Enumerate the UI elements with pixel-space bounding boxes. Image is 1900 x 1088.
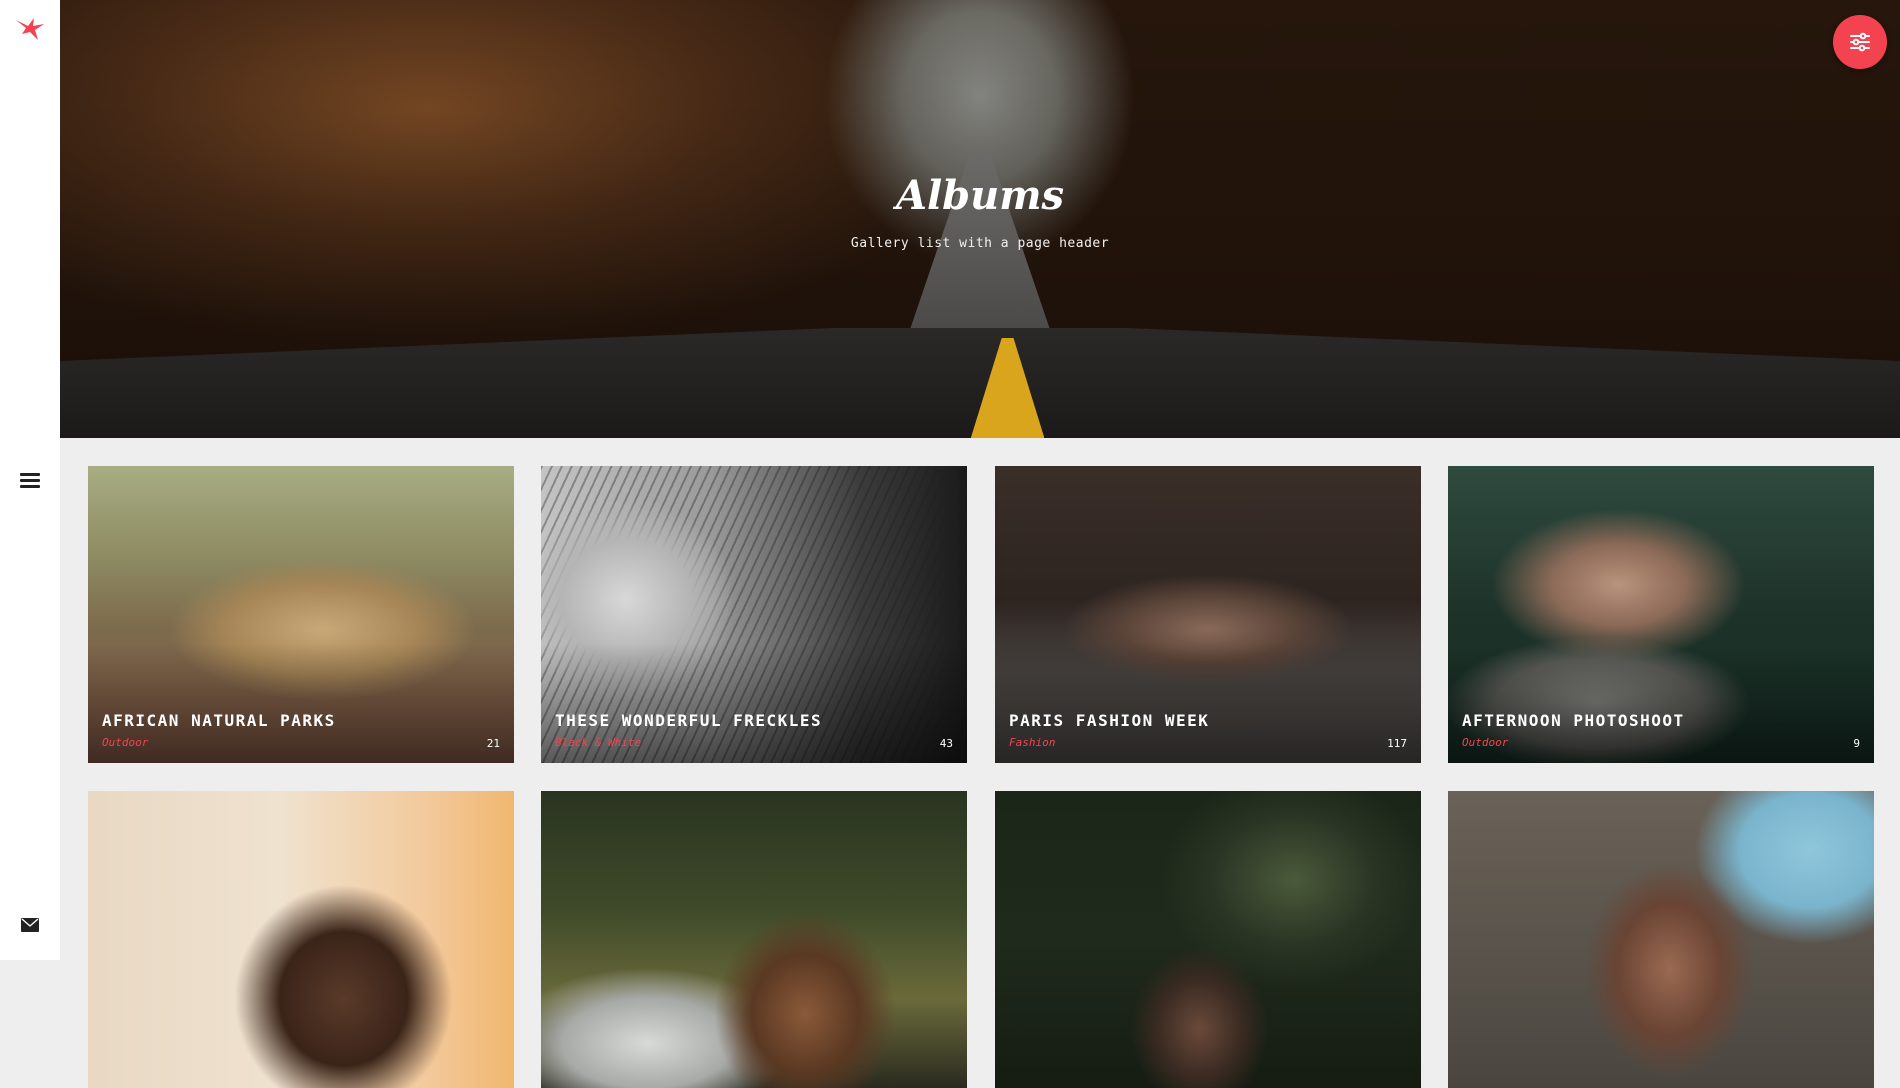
settings-button[interactable] bbox=[1833, 15, 1887, 69]
album-title: THESE WONDERFUL FRECKLES bbox=[555, 711, 823, 730]
album-photo bbox=[88, 791, 514, 1088]
album-count: 21 bbox=[486, 737, 500, 750]
album-card[interactable] bbox=[995, 791, 1421, 1088]
album-card[interactable]: AFRICAN NATURAL PARKS Outdoor 21 bbox=[88, 466, 514, 763]
album-card[interactable] bbox=[1448, 791, 1874, 1088]
album-category[interactable]: Black & White bbox=[555, 736, 641, 749]
album-card[interactable]: AFTERNOON PHOTOSHOOT Outdoor 9 bbox=[1448, 466, 1874, 763]
album-title: AFRICAN NATURAL PARKS bbox=[102, 711, 336, 730]
album-card[interactable] bbox=[541, 791, 967, 1088]
sliders-icon bbox=[1850, 32, 1870, 52]
envelope-icon[interactable] bbox=[21, 918, 39, 932]
album-count: 117 bbox=[1387, 737, 1407, 750]
album-card[interactable]: THESE WONDERFUL FRECKLES Black & White 4… bbox=[541, 466, 967, 763]
album-title: PARIS FASHION WEEK bbox=[1009, 711, 1210, 730]
page-subtitle: Gallery list with a page header bbox=[850, 236, 1110, 251]
album-category[interactable]: Outdoor bbox=[102, 736, 148, 749]
album-photo bbox=[1448, 791, 1874, 1088]
album-category[interactable]: Fashion bbox=[1009, 736, 1055, 749]
page-header: Albums Gallery list with a page header bbox=[60, 0, 1900, 438]
page-title: Albums bbox=[895, 172, 1065, 219]
bird-logo-icon[interactable] bbox=[14, 14, 46, 42]
album-card[interactable] bbox=[88, 791, 514, 1088]
album-photo bbox=[995, 791, 1421, 1088]
album-count: 43 bbox=[939, 737, 953, 750]
album-photo bbox=[541, 791, 967, 1088]
album-category[interactable]: Outdoor bbox=[1462, 736, 1508, 749]
album-card[interactable]: PARIS FASHION WEEK Fashion 117 bbox=[995, 466, 1421, 763]
sidebar bbox=[0, 0, 60, 960]
album-count: 9 bbox=[1853, 737, 1860, 750]
album-title: AFTERNOON PHOTOSHOOT bbox=[1462, 711, 1685, 730]
hamburger-menu-icon[interactable] bbox=[20, 470, 40, 490]
